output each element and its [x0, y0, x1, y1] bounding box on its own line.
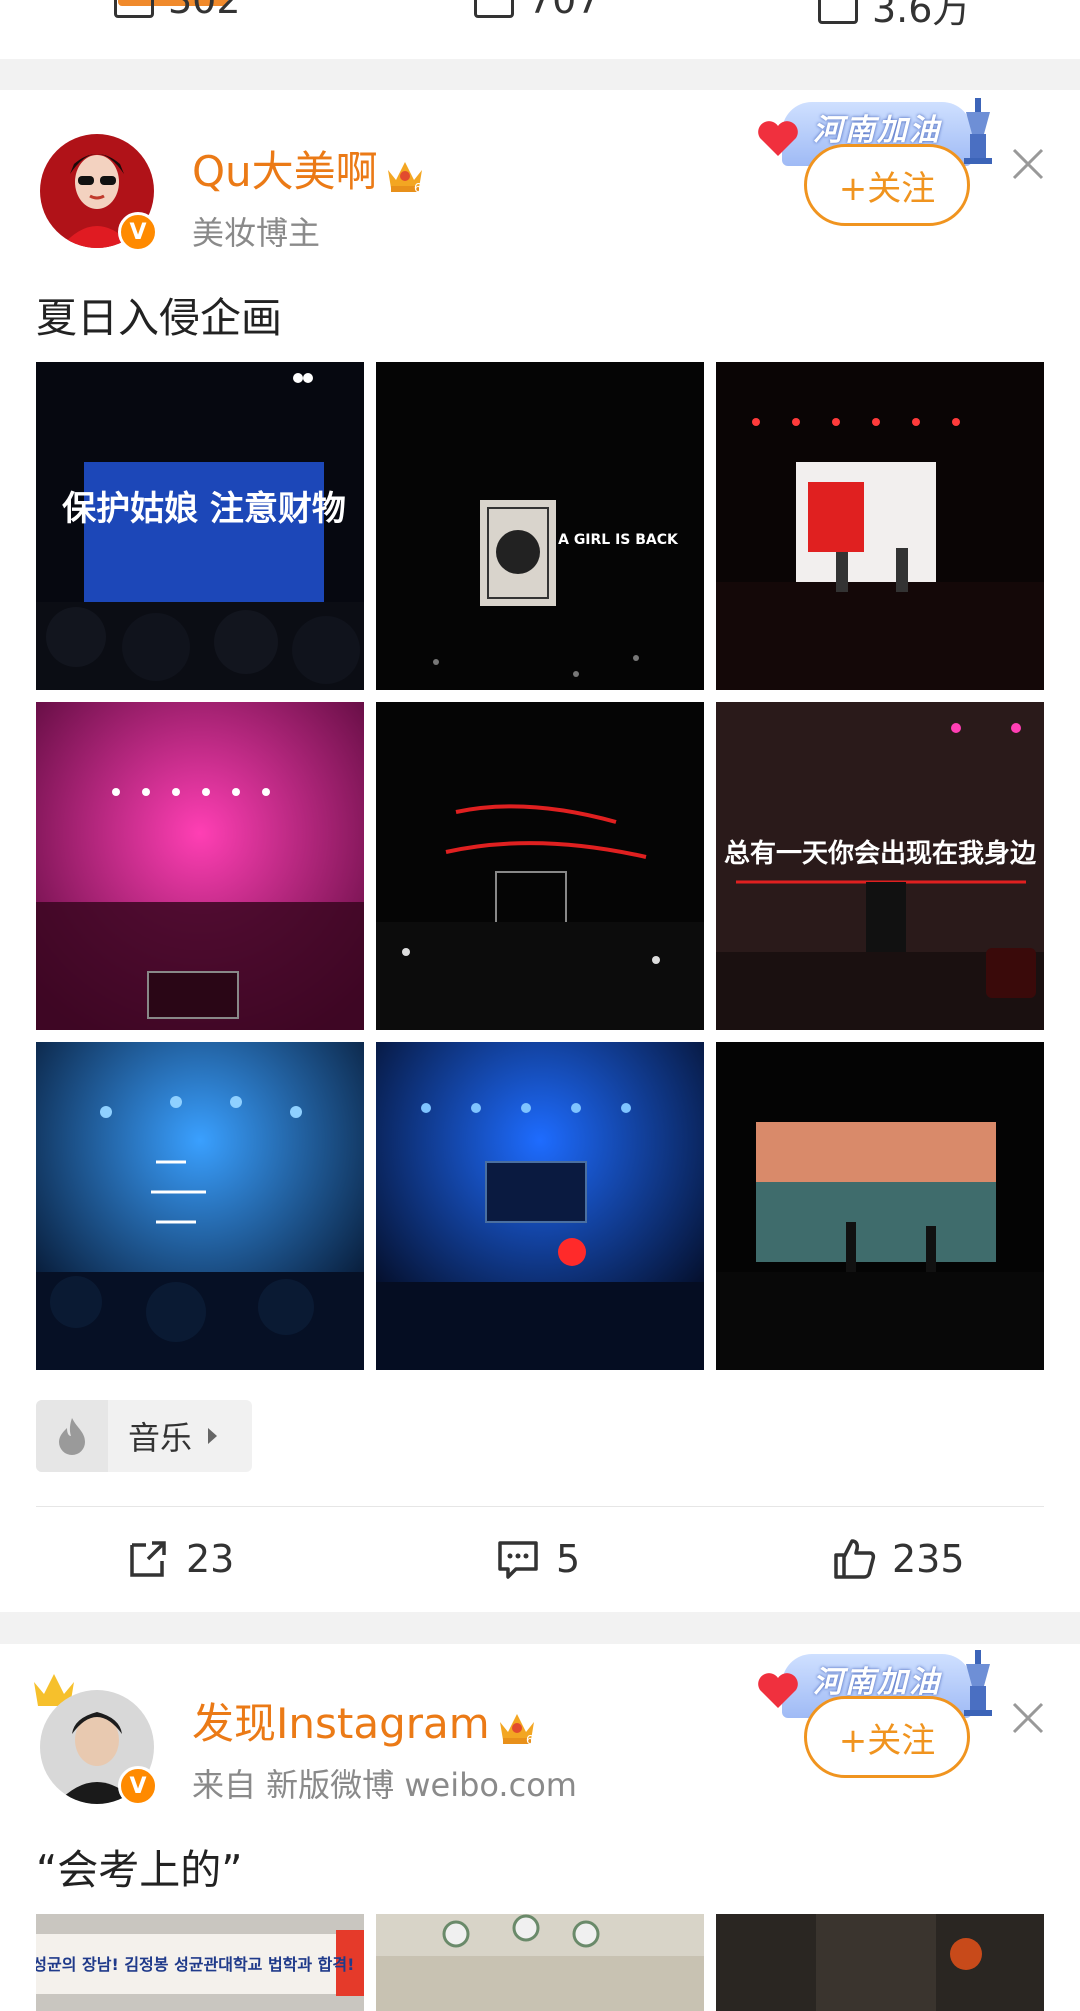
topic-label: 音乐: [128, 1419, 193, 1457]
tile-caption: A GIRL IS BACK: [558, 532, 679, 548]
previous-post-footer: 302 707 3.6万: [0, 0, 1080, 59]
author-name[interactable]: Qu大美啊 6: [192, 138, 426, 199]
comment-icon: [474, 0, 514, 18]
image-grid: 保护姑娘 注意财物 A GIRL IS BACK 总有一天你会出现在我身边: [36, 362, 1044, 1370]
like-icon: [834, 1539, 876, 1579]
feed-post: V 发现Instagram 6 来自 新版微博 weibo.com 河南加油 +关…: [0, 1644, 1080, 2011]
prev-repost-count: 302: [168, 0, 241, 22]
comment-button[interactable]: 5: [494, 1535, 580, 1583]
image-thumb[interactable]: 总有一天你会出现在我身边: [716, 702, 1044, 1030]
tile-caption: 保护姑娘 注意财物: [62, 489, 346, 529]
comment-count: 5: [556, 1537, 581, 1581]
like-button[interactable]: 235: [830, 1535, 965, 1583]
follow-widget: 河南加油 +关注: [758, 98, 992, 226]
prev-like-button[interactable]: 3.6万: [818, 0, 970, 33]
vip-crown-icon: 6: [499, 1713, 534, 1746]
like-count: 235: [892, 1537, 965, 1581]
post-text: 夏日入侵企画: [36, 294, 282, 342]
image-thumb[interactable]: [716, 1042, 1044, 1370]
comment-icon: [498, 1541, 538, 1579]
repost-count: 23: [186, 1537, 235, 1581]
post-source: 来自 新版微博 weibo.com: [192, 1766, 577, 1804]
image-thumb[interactable]: 김성균의 장남! 김정봉 성균관대학교 법학과 합격!: [36, 1914, 364, 2011]
image-thumb[interactable]: [36, 702, 364, 1030]
follow-widget: 河南加油 +关注: [758, 1650, 992, 1778]
image-thumb[interactable]: [376, 702, 704, 1030]
svg-text:6: 6: [526, 1733, 534, 1746]
image-thumb[interactable]: 保护姑娘 注意财物: [36, 362, 364, 690]
prev-comment-count: 707: [528, 0, 601, 22]
chevron-right-icon: [208, 1428, 218, 1444]
close-icon[interactable]: [1010, 1700, 1046, 1736]
tile-caption: 김성균의 장남! 김정봉 성균관대학교 법학과 합격!: [36, 1955, 354, 1974]
post-text: “会考上的”: [36, 1846, 243, 1894]
follow-button[interactable]: +关注: [804, 1696, 970, 1778]
repost-button[interactable]: 23: [124, 1535, 234, 1583]
tower-icon: [964, 98, 992, 164]
image-grid: 김성균의 장남! 김정봉 성균관대학교 법학과 합격!: [36, 1914, 1044, 2011]
author-name-text: 发现Instagram: [192, 1699, 490, 1748]
image-thumb[interactable]: [716, 1914, 1044, 2011]
image-thumb[interactable]: [376, 1042, 704, 1370]
vip-crown-icon: 6: [387, 161, 422, 194]
svg-text:6: 6: [414, 181, 422, 194]
prev-repost-button[interactable]: 302: [114, 0, 241, 22]
author-name[interactable]: 发现Instagram 6: [192, 1690, 538, 1751]
prev-comment-button[interactable]: 707: [474, 0, 601, 22]
tile-caption: 总有一天你会出现在我身边: [724, 838, 1037, 869]
heart-icon: [758, 121, 798, 156]
prev-like-count: 3.6万: [872, 0, 971, 31]
topic-tag[interactable]: 音乐: [36, 1400, 252, 1472]
tower-icon: [964, 1650, 992, 1716]
repost-icon: [114, 0, 154, 18]
image-thumb[interactable]: [716, 362, 1044, 690]
image-thumb[interactable]: A GIRL IS BACK: [376, 362, 704, 690]
post-actions: 23 5 235: [0, 1507, 1080, 1612]
verified-badge-icon: V: [118, 212, 158, 252]
author-name-text: Qu大美啊: [192, 147, 378, 196]
image-thumb[interactable]: [36, 1042, 364, 1370]
previous-post-actions: 302 707 3.6万: [0, 0, 1080, 31]
share-icon: [130, 1541, 166, 1577]
image-thumb[interactable]: [376, 1914, 704, 2011]
feed-post: V Qu大美啊 6 美妆博主 河南加油 +关注 夏日入侵企画 保护姑娘 注意财物: [0, 90, 1080, 1612]
fire-icon: [36, 1400, 108, 1472]
like-icon: [818, 0, 858, 24]
verified-badge-icon: V: [118, 1766, 158, 1806]
close-icon[interactable]: [1010, 146, 1046, 182]
heart-icon: [758, 1673, 798, 1708]
follow-button[interactable]: +关注: [804, 144, 970, 226]
author-subtitle: 美妆博主: [192, 214, 321, 252]
